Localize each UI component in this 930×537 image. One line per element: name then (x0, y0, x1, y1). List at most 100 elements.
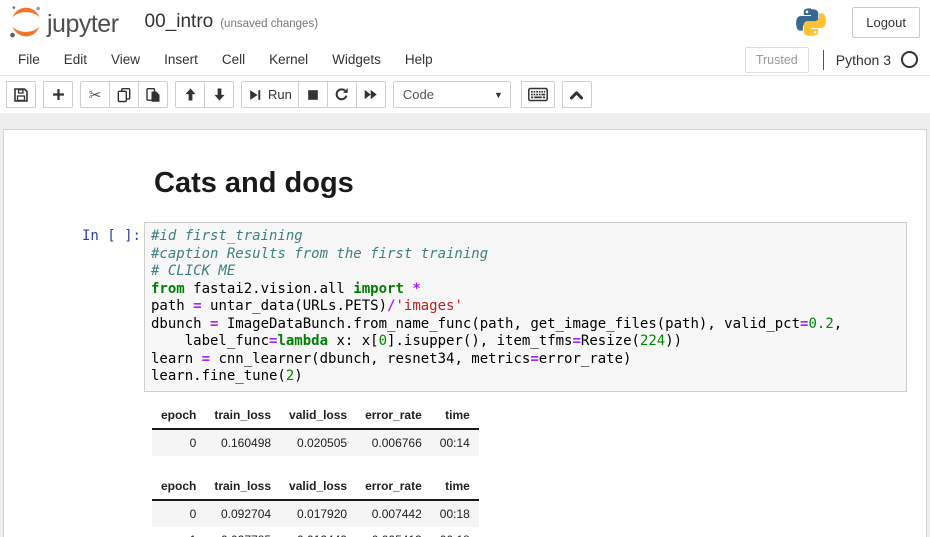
fast-forward-icon (363, 87, 378, 102)
code-line: # CLICK ME (151, 263, 900, 281)
column-header: error_rate (356, 402, 431, 429)
keyboard-icon (528, 87, 548, 102)
code-line: from fastai2.vision.all import * (151, 281, 900, 299)
python-kernel-logo-icon (796, 7, 826, 37)
table-cell: 0.092704 (205, 500, 280, 527)
jupyter-logo-icon (8, 4, 44, 40)
code-line: learn = cnn_learner(dbunch, resnet34, me… (151, 351, 900, 369)
table-cell: 0 (152, 429, 205, 456)
interrupt-kernel-button[interactable] (298, 81, 328, 108)
code-cell[interactable]: In [ ]: #id first_training#caption Resul… (4, 222, 926, 392)
plus-icon (51, 87, 66, 102)
code-line: path = untar_data(URLs.PETS)/'images' (151, 298, 900, 316)
chevron-down-icon: ▼ (494, 90, 503, 100)
chevron-up-icon (569, 88, 584, 102)
stop-icon (306, 88, 320, 102)
paste-icon (145, 87, 161, 103)
notebook-container: Cats and dogs In [ ]: #id first_training… (3, 129, 927, 537)
toolbar: ✂ (0, 76, 930, 113)
notebook-site: Cats and dogs In [ ]: #id first_training… (0, 113, 930, 537)
column-header: valid_loss (280, 402, 356, 429)
paste-cell-button[interactable] (138, 81, 168, 108)
column-header: error_rate (356, 473, 431, 500)
jupyter-wordmark: jupyter (47, 12, 119, 40)
column-header: time (431, 402, 479, 429)
table-cell: 1 (152, 527, 205, 537)
restart-kernel-button[interactable] (327, 81, 357, 108)
table-cell: 0.020505 (280, 429, 356, 456)
run-label: Run (268, 87, 292, 102)
table-cell: 0.006766 (356, 429, 431, 456)
column-header: train_loss (205, 402, 280, 429)
code-line: #id first_training (151, 228, 900, 246)
table-cell: 0.012449 (280, 527, 356, 537)
table-row: 00.1604980.0205050.00676600:14 (152, 429, 479, 456)
output-area: epochtrain_lossvalid_losserror_ratetime0… (144, 392, 926, 537)
add-cell-button[interactable] (43, 81, 73, 108)
table-cell: 0.160498 (205, 429, 280, 456)
menu-help[interactable]: Help (393, 46, 445, 73)
save-icon (13, 87, 29, 103)
code-line: label_func=lambda x: x[0].isupper(), ite… (151, 333, 900, 351)
table-cell: 0.007442 (356, 500, 431, 527)
table-cell: 0.017920 (280, 500, 356, 527)
menubar-divider (823, 50, 824, 70)
table-cell: 00:14 (431, 429, 479, 456)
menu-edit[interactable]: Edit (52, 46, 99, 73)
training-results-table: epochtrain_lossvalid_losserror_ratetime0… (152, 402, 479, 456)
cell-type-select[interactable]: Code ▼ (393, 81, 511, 108)
table-row: 00.0927040.0179200.00744200:18 (152, 500, 479, 527)
arrow-up-icon (183, 87, 198, 102)
cut-cell-button[interactable]: ✂ (80, 81, 110, 108)
logout-button[interactable]: Logout (852, 7, 920, 38)
code-line: #caption Results from the first training (151, 246, 900, 264)
menu-file[interactable]: File (6, 46, 52, 73)
menu-kernel[interactable]: Kernel (257, 46, 320, 73)
column-header: time (431, 473, 479, 500)
command-palette-button[interactable] (521, 81, 555, 108)
markdown-cell[interactable]: Cats and dogs (4, 150, 926, 222)
menu-widgets[interactable]: Widgets (320, 46, 393, 73)
training-results-table: epochtrain_lossvalid_losserror_ratetime0… (152, 473, 479, 537)
menu-insert[interactable]: Insert (152, 46, 210, 73)
table-cell: 00:18 (431, 527, 479, 537)
move-cell-down-button[interactable] (204, 81, 234, 108)
copy-cell-button[interactable] (109, 81, 139, 108)
scissors-icon: ✂ (89, 86, 102, 104)
notebook-header: jupyter 00_intro (unsaved changes) Logou… (0, 0, 930, 113)
scroll-up-button[interactable] (562, 81, 592, 108)
menubar: File Edit View Insert Cell Kernel Widget… (0, 44, 930, 76)
markdown-cell-prompt (4, 150, 144, 222)
table-row: 10.0277850.0124490.00541300:18 (152, 527, 479, 537)
kernel-idle-icon (901, 51, 918, 68)
kernel-name: Python 3 (836, 52, 891, 68)
menu-view[interactable]: View (99, 46, 152, 73)
run-cell-button[interactable]: Run (241, 81, 299, 108)
code-line: learn.fine_tune(2) (151, 368, 900, 386)
save-button[interactable] (6, 81, 36, 108)
table-cell: 0.027785 (205, 527, 280, 537)
restart-run-all-button[interactable] (356, 81, 386, 108)
restart-icon (334, 87, 349, 102)
menu-cell[interactable]: Cell (210, 46, 257, 73)
column-header: train_loss (205, 473, 280, 500)
trusted-button[interactable]: Trusted (745, 47, 809, 73)
move-cell-up-button[interactable] (175, 81, 205, 108)
code-editor[interactable]: #id first_training#caption Results from … (144, 222, 907, 392)
copy-icon (116, 87, 132, 103)
column-header: epoch (152, 402, 205, 429)
step-forward-icon (248, 88, 262, 102)
arrow-down-icon (212, 87, 227, 102)
table-cell: 0 (152, 500, 205, 527)
jupyter-logo[interactable]: jupyter (8, 4, 119, 40)
column-header: valid_loss (280, 473, 356, 500)
cell-type-value: Code (403, 87, 434, 102)
input-prompt: In [ ]: (4, 222, 144, 392)
column-header: epoch (152, 473, 205, 500)
save-status: (unsaved changes) (220, 14, 318, 30)
notebook-title[interactable]: 00_intro (145, 11, 214, 33)
code-line: dbunch = ImageDataBunch.from_name_func(p… (151, 316, 900, 334)
markdown-heading: Cats and dogs (154, 166, 354, 200)
table-cell: 0.005413 (356, 527, 431, 537)
table-cell: 00:18 (431, 500, 479, 527)
